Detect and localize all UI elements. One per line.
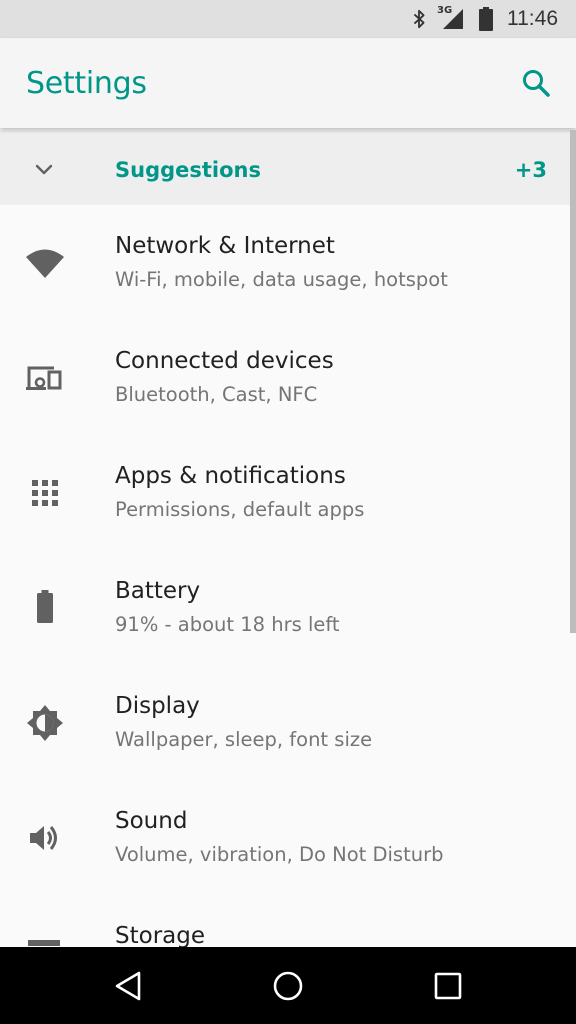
wifi-icon bbox=[26, 249, 64, 278]
settings-item-title: Battery bbox=[115, 578, 201, 604]
settings-item-apps[interactable]: Apps & notifications Permissions, defaul… bbox=[0, 435, 576, 550]
settings-item-storage[interactable]: Storage bbox=[0, 895, 576, 947]
recents-icon[interactable] bbox=[429, 967, 467, 1005]
settings-item-title: Sound bbox=[115, 808, 188, 834]
scrollbar[interactable] bbox=[570, 130, 576, 633]
settings-item-display[interactable]: Display Wallpaper, sleep, font size bbox=[0, 665, 576, 780]
suggestions-count: +3 bbox=[514, 158, 547, 182]
battery-status-icon bbox=[479, 7, 493, 31]
settings-item-subtitle: Permissions, default apps bbox=[115, 498, 365, 521]
settings-item-title: Network & Internet bbox=[115, 233, 335, 259]
settings-item-title: Connected devices bbox=[115, 348, 334, 374]
settings-item-connected-devices[interactable]: Connected devices Bluetooth, Cast, NFC bbox=[0, 320, 576, 435]
app-bar: Settings bbox=[0, 38, 576, 128]
back-icon[interactable] bbox=[109, 967, 147, 1005]
page-title: Settings bbox=[26, 66, 147, 101]
suggestions-header[interactable]: Suggestions +3 bbox=[0, 130, 576, 205]
settings-screen: 3G 11:46 Settings Suggestions +3 Network… bbox=[0, 0, 576, 1024]
storage-icon bbox=[28, 940, 60, 946]
apps-icon bbox=[32, 480, 58, 506]
settings-item-sound[interactable]: Sound Volume, vibration, Do Not Disturb bbox=[0, 780, 576, 895]
suggestions-label: Suggestions bbox=[115, 158, 261, 182]
settings-item-network[interactable]: Network & Internet Wi-Fi, mobile, data u… bbox=[0, 205, 576, 320]
settings-item-subtitle: 91% - about 18 hrs left bbox=[115, 613, 340, 636]
brightness-icon bbox=[27, 705, 63, 741]
devices-icon bbox=[26, 366, 62, 390]
settings-item-title: Apps & notifications bbox=[115, 463, 346, 489]
battery-icon bbox=[37, 590, 53, 623]
navigation-bar bbox=[0, 947, 576, 1024]
settings-item-battery[interactable]: Battery 91% - about 18 hrs left bbox=[0, 550, 576, 665]
search-icon[interactable] bbox=[519, 66, 553, 100]
settings-item-title: Display bbox=[115, 693, 200, 719]
signal-icon bbox=[443, 9, 463, 29]
settings-item-subtitle: Bluetooth, Cast, NFC bbox=[115, 383, 318, 406]
settings-list: Network & Internet Wi-Fi, mobile, data u… bbox=[0, 205, 576, 947]
status-bar: 3G 11:46 bbox=[0, 0, 576, 38]
volume-icon bbox=[30, 826, 57, 850]
settings-item-title: Storage bbox=[115, 923, 205, 947]
settings-item-subtitle: Volume, vibration, Do Not Disturb bbox=[115, 843, 444, 866]
chevron-down-icon[interactable] bbox=[30, 155, 58, 183]
home-icon[interactable] bbox=[269, 967, 307, 1005]
settings-item-subtitle: Wi-Fi, mobile, data usage, hotspot bbox=[115, 268, 448, 291]
bluetooth-icon bbox=[413, 9, 425, 29]
status-time: 11:46 bbox=[507, 7, 558, 30]
settings-item-subtitle: Wallpaper, sleep, font size bbox=[115, 728, 373, 751]
